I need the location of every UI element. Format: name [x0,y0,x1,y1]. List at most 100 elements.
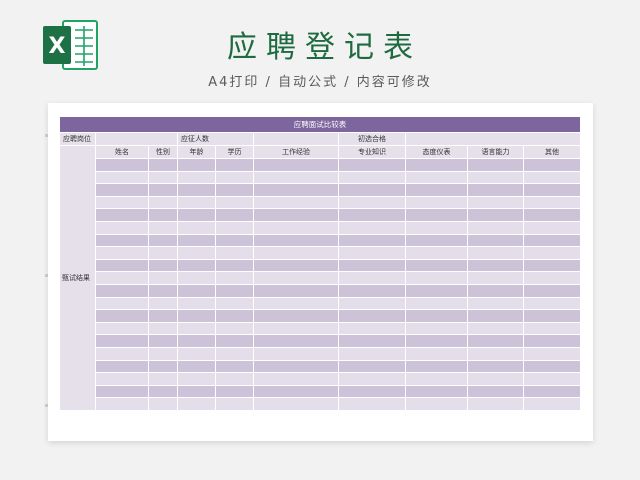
table-cell[interactable] [522,321,582,336]
table-cell[interactable] [338,208,406,222]
table-cell[interactable] [405,359,468,374]
table-cell[interactable] [467,283,524,298]
table-cell[interactable] [467,233,524,248]
table-cell[interactable] [253,183,339,197]
table-cell[interactable] [148,309,178,323]
table-cell[interactable] [253,334,339,348]
table-cell[interactable] [522,296,582,311]
table-cell[interactable] [405,372,468,386]
table-cell[interactable] [405,170,468,185]
table-cell[interactable] [405,334,468,348]
table-cell[interactable] [467,296,524,311]
table-cell[interactable] [338,271,406,285]
table-cell[interactable] [522,309,582,323]
table-cell[interactable] [95,283,149,298]
table-cell[interactable] [215,321,254,336]
table-cell[interactable] [95,246,149,260]
table-cell[interactable] [467,183,524,197]
table-cell[interactable] [253,158,339,172]
table-cell[interactable] [405,296,468,311]
table-cell[interactable] [467,271,524,285]
table-cell[interactable] [215,158,254,172]
table-cell[interactable] [405,158,468,172]
table-cell[interactable] [177,372,216,386]
table-cell[interactable] [467,258,524,273]
table-cell[interactable] [467,334,524,348]
table-cell[interactable] [522,346,582,361]
table-cell[interactable] [405,384,468,399]
table-cell[interactable] [338,158,406,172]
table-cell[interactable] [215,258,254,273]
table-cell[interactable] [338,170,406,185]
table-cell[interactable] [338,258,406,273]
table-cell[interactable] [177,397,216,411]
table-cell[interactable] [177,309,216,323]
table-cell[interactable] [338,220,406,235]
table-cell[interactable] [405,208,468,222]
table-cell[interactable] [95,309,149,323]
table-cell[interactable] [95,321,149,336]
table-cell[interactable] [95,384,149,399]
table-cell[interactable] [177,208,216,222]
table-cell[interactable] [148,170,178,185]
table-cell[interactable] [522,246,582,260]
table-cell[interactable] [148,195,178,210]
table-cell[interactable] [95,359,149,374]
table-cell[interactable] [177,271,216,285]
table-cell[interactable] [467,208,524,222]
table-cell[interactable] [148,233,178,248]
table-cell[interactable] [522,258,582,273]
table-cell[interactable] [148,158,178,172]
table-cell[interactable] [215,233,254,248]
table-cell[interactable] [95,195,149,210]
table-cell[interactable] [253,271,339,285]
table-cell[interactable] [95,220,149,235]
table-cell[interactable] [338,233,406,248]
table-cell[interactable] [338,296,406,311]
table-cell[interactable] [148,271,178,285]
table-cell[interactable] [405,183,468,197]
table-cell[interactable] [215,346,254,361]
table-cell[interactable] [522,158,582,172]
table-cell[interactable] [148,334,178,348]
table-cell[interactable] [467,309,524,323]
table-cell[interactable] [177,346,216,361]
table-cell[interactable] [467,158,524,172]
table-cell[interactable] [338,309,406,323]
table-cell[interactable] [467,321,524,336]
passed-value-cell[interactable] [404,132,582,146]
table-cell[interactable] [177,233,216,248]
table-cell[interactable] [522,334,582,348]
table-cell[interactable] [177,321,216,336]
table-cell[interactable] [467,397,524,411]
table-cell[interactable] [95,271,149,285]
table-cell[interactable] [215,208,254,222]
table-cell[interactable] [215,384,254,399]
table-cell[interactable] [215,283,254,298]
table-cell[interactable] [177,170,216,185]
table-cell[interactable] [148,258,178,273]
table-cell[interactable] [215,183,254,197]
table-cell[interactable] [177,220,216,235]
table-cell[interactable] [405,346,468,361]
table-cell[interactable] [522,220,582,235]
table-cell[interactable] [522,271,582,285]
table-cell[interactable] [95,334,149,348]
table-cell[interactable] [148,346,178,361]
table-cell[interactable] [177,183,216,197]
table-cell[interactable] [215,220,254,235]
table-cell[interactable] [177,384,216,399]
table-cell[interactable] [215,372,254,386]
table-cell[interactable] [522,208,582,222]
table-cell[interactable] [253,397,339,411]
table-cell[interactable] [405,309,468,323]
table-cell[interactable] [253,258,339,273]
table-cell[interactable] [467,346,524,361]
table-cell[interactable] [148,359,178,374]
table-cell[interactable] [215,296,254,311]
table-cell[interactable] [522,372,582,386]
position-value-cell[interactable] [95,132,178,146]
table-cell[interactable] [405,397,468,411]
table-cell[interactable] [253,309,339,323]
table-cell[interactable] [148,296,178,311]
